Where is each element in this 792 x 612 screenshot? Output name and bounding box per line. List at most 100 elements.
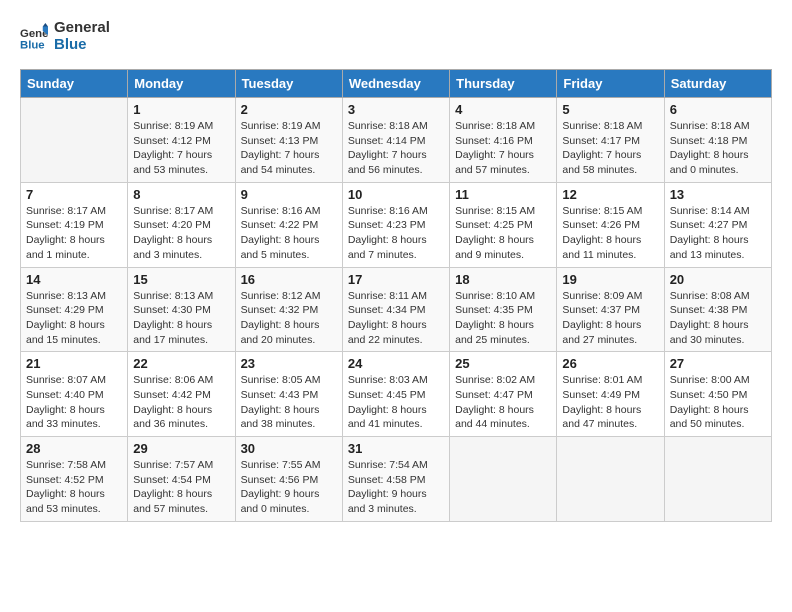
day-info: Sunrise: 7:55 AMSunset: 4:56 PMDaylight:… <box>241 459 321 515</box>
day-number: 1 <box>133 102 229 117</box>
calendar-cell: 12 Sunrise: 8:15 AMSunset: 4:26 PMDaylig… <box>557 182 664 267</box>
page-header: General Blue General Blue <box>20 20 772 53</box>
day-number: 6 <box>670 102 766 117</box>
calendar-cell: 16 Sunrise: 8:12 AMSunset: 4:32 PMDaylig… <box>235 267 342 352</box>
day-number: 18 <box>455 272 551 287</box>
day-info: Sunrise: 8:15 AMSunset: 4:26 PMDaylight:… <box>562 205 642 261</box>
day-header-tuesday: Tuesday <box>235 70 342 98</box>
day-info: Sunrise: 7:57 AMSunset: 4:54 PMDaylight:… <box>133 459 213 515</box>
logo: General Blue General Blue <box>20 20 110 53</box>
day-info: Sunrise: 8:13 AMSunset: 4:29 PMDaylight:… <box>26 290 106 346</box>
calendar-header-row: SundayMondayTuesdayWednesdayThursdayFrid… <box>21 70 772 98</box>
day-info: Sunrise: 8:15 AMSunset: 4:25 PMDaylight:… <box>455 205 535 261</box>
calendar-cell: 28 Sunrise: 7:58 AMSunset: 4:52 PMDaylig… <box>21 437 128 522</box>
calendar-cell: 25 Sunrise: 8:02 AMSunset: 4:47 PMDaylig… <box>450 352 557 437</box>
day-number: 28 <box>26 441 122 456</box>
day-info: Sunrise: 8:17 AMSunset: 4:19 PMDaylight:… <box>26 205 106 261</box>
day-number: 4 <box>455 102 551 117</box>
day-header-wednesday: Wednesday <box>342 70 449 98</box>
day-info: Sunrise: 8:03 AMSunset: 4:45 PMDaylight:… <box>348 374 428 430</box>
day-header-friday: Friday <box>557 70 664 98</box>
calendar-cell <box>450 437 557 522</box>
day-info: Sunrise: 8:16 AMSunset: 4:23 PMDaylight:… <box>348 205 428 261</box>
day-info: Sunrise: 8:16 AMSunset: 4:22 PMDaylight:… <box>241 205 321 261</box>
day-number: 16 <box>241 272 337 287</box>
calendar-cell: 6 Sunrise: 8:18 AMSunset: 4:18 PMDayligh… <box>664 98 771 183</box>
day-header-saturday: Saturday <box>664 70 771 98</box>
day-info: Sunrise: 8:12 AMSunset: 4:32 PMDaylight:… <box>241 290 321 346</box>
day-number: 27 <box>670 356 766 371</box>
calendar-cell: 15 Sunrise: 8:13 AMSunset: 4:30 PMDaylig… <box>128 267 235 352</box>
day-number: 15 <box>133 272 229 287</box>
day-info: Sunrise: 8:17 AMSunset: 4:20 PMDaylight:… <box>133 205 213 261</box>
calendar-cell: 3 Sunrise: 8:18 AMSunset: 4:14 PMDayligh… <box>342 98 449 183</box>
calendar-cell: 5 Sunrise: 8:18 AMSunset: 4:17 PMDayligh… <box>557 98 664 183</box>
calendar-cell: 10 Sunrise: 8:16 AMSunset: 4:23 PMDaylig… <box>342 182 449 267</box>
calendar-week-4: 21 Sunrise: 8:07 AMSunset: 4:40 PMDaylig… <box>21 352 772 437</box>
calendar-cell: 21 Sunrise: 8:07 AMSunset: 4:40 PMDaylig… <box>21 352 128 437</box>
calendar-cell: 27 Sunrise: 8:00 AMSunset: 4:50 PMDaylig… <box>664 352 771 437</box>
day-number: 12 <box>562 187 658 202</box>
calendar-cell: 23 Sunrise: 8:05 AMSunset: 4:43 PMDaylig… <box>235 352 342 437</box>
calendar-table: SundayMondayTuesdayWednesdayThursdayFrid… <box>20 69 772 522</box>
logo-icon: General Blue <box>20 23 48 51</box>
day-number: 31 <box>348 441 444 456</box>
calendar-cell: 19 Sunrise: 8:09 AMSunset: 4:37 PMDaylig… <box>557 267 664 352</box>
calendar-cell: 18 Sunrise: 8:10 AMSunset: 4:35 PMDaylig… <box>450 267 557 352</box>
calendar-cell <box>664 437 771 522</box>
day-info: Sunrise: 8:18 AMSunset: 4:17 PMDaylight:… <box>562 120 642 176</box>
day-info: Sunrise: 8:05 AMSunset: 4:43 PMDaylight:… <box>241 374 321 430</box>
day-info: Sunrise: 7:58 AMSunset: 4:52 PMDaylight:… <box>26 459 106 515</box>
calendar-cell <box>21 98 128 183</box>
calendar-cell: 26 Sunrise: 8:01 AMSunset: 4:49 PMDaylig… <box>557 352 664 437</box>
day-number: 17 <box>348 272 444 287</box>
day-number: 2 <box>241 102 337 117</box>
logo-text-blue: Blue <box>54 37 110 54</box>
day-header-sunday: Sunday <box>21 70 128 98</box>
day-header-monday: Monday <box>128 70 235 98</box>
day-number: 30 <box>241 441 337 456</box>
calendar-week-2: 7 Sunrise: 8:17 AMSunset: 4:19 PMDayligh… <box>21 182 772 267</box>
day-info: Sunrise: 8:19 AMSunset: 4:12 PMDaylight:… <box>133 120 213 176</box>
day-number: 5 <box>562 102 658 117</box>
day-number: 21 <box>26 356 122 371</box>
calendar-cell: 13 Sunrise: 8:14 AMSunset: 4:27 PMDaylig… <box>664 182 771 267</box>
day-number: 11 <box>455 187 551 202</box>
day-number: 8 <box>133 187 229 202</box>
svg-text:Blue: Blue <box>20 39 45 51</box>
day-info: Sunrise: 8:11 AMSunset: 4:34 PMDaylight:… <box>348 290 427 346</box>
day-info: Sunrise: 8:02 AMSunset: 4:47 PMDaylight:… <box>455 374 535 430</box>
day-number: 22 <box>133 356 229 371</box>
day-number: 14 <box>26 272 122 287</box>
calendar-week-5: 28 Sunrise: 7:58 AMSunset: 4:52 PMDaylig… <box>21 437 772 522</box>
calendar-cell: 17 Sunrise: 8:11 AMSunset: 4:34 PMDaylig… <box>342 267 449 352</box>
day-number: 26 <box>562 356 658 371</box>
day-info: Sunrise: 7:54 AMSunset: 4:58 PMDaylight:… <box>348 459 428 515</box>
calendar-cell: 20 Sunrise: 8:08 AMSunset: 4:38 PMDaylig… <box>664 267 771 352</box>
day-info: Sunrise: 8:18 AMSunset: 4:14 PMDaylight:… <box>348 120 428 176</box>
day-header-thursday: Thursday <box>450 70 557 98</box>
day-number: 23 <box>241 356 337 371</box>
day-info: Sunrise: 8:18 AMSunset: 4:18 PMDaylight:… <box>670 120 750 176</box>
calendar-cell: 30 Sunrise: 7:55 AMSunset: 4:56 PMDaylig… <box>235 437 342 522</box>
day-info: Sunrise: 8:14 AMSunset: 4:27 PMDaylight:… <box>670 205 750 261</box>
day-number: 19 <box>562 272 658 287</box>
day-info: Sunrise: 8:10 AMSunset: 4:35 PMDaylight:… <box>455 290 535 346</box>
day-number: 29 <box>133 441 229 456</box>
day-number: 9 <box>241 187 337 202</box>
logo-text-general: General <box>54 20 110 37</box>
day-info: Sunrise: 8:00 AMSunset: 4:50 PMDaylight:… <box>670 374 750 430</box>
calendar-cell: 22 Sunrise: 8:06 AMSunset: 4:42 PMDaylig… <box>128 352 235 437</box>
calendar-cell: 4 Sunrise: 8:18 AMSunset: 4:16 PMDayligh… <box>450 98 557 183</box>
calendar-cell: 9 Sunrise: 8:16 AMSunset: 4:22 PMDayligh… <box>235 182 342 267</box>
day-info: Sunrise: 8:13 AMSunset: 4:30 PMDaylight:… <box>133 290 213 346</box>
day-number: 7 <box>26 187 122 202</box>
calendar-cell: 11 Sunrise: 8:15 AMSunset: 4:25 PMDaylig… <box>450 182 557 267</box>
day-info: Sunrise: 8:07 AMSunset: 4:40 PMDaylight:… <box>26 374 106 430</box>
day-number: 10 <box>348 187 444 202</box>
calendar-cell: 8 Sunrise: 8:17 AMSunset: 4:20 PMDayligh… <box>128 182 235 267</box>
calendar-cell: 14 Sunrise: 8:13 AMSunset: 4:29 PMDaylig… <box>21 267 128 352</box>
day-number: 13 <box>670 187 766 202</box>
day-info: Sunrise: 8:08 AMSunset: 4:38 PMDaylight:… <box>670 290 750 346</box>
day-number: 24 <box>348 356 444 371</box>
